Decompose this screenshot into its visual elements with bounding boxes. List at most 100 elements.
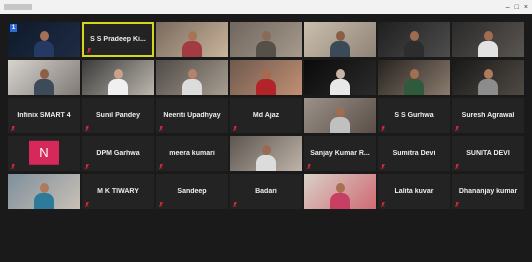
participant-tile[interactable] — [156, 22, 228, 57]
participant-tile[interactable] — [304, 174, 376, 209]
participant-name: Suresh Agrawal — [461, 111, 515, 119]
person-body — [108, 79, 128, 95]
titlebar-left — [4, 4, 32, 10]
participant-video-person — [256, 31, 276, 57]
participant-video-person — [34, 69, 54, 95]
participant-video-person — [108, 69, 128, 95]
participant-video-person — [478, 69, 498, 95]
participant-tile[interactable]: Badari — [230, 174, 302, 209]
window-tab[interactable] — [4, 4, 32, 10]
person-head — [188, 69, 197, 79]
participant-tile[interactable] — [304, 98, 376, 133]
person-body — [34, 193, 54, 209]
participant-name: Sandeep — [177, 187, 207, 195]
muted-mic-icon — [85, 202, 89, 207]
participant-tile[interactable] — [8, 174, 80, 209]
participant-tile[interactable]: Sandeep — [156, 174, 228, 209]
muted-mic-icon — [85, 164, 89, 169]
person-body — [182, 79, 202, 95]
person-head — [40, 183, 49, 193]
participant-tile[interactable] — [156, 60, 228, 95]
participant-name: Lalita kuvar — [394, 187, 434, 195]
participant-video-person — [34, 183, 54, 209]
participant-video-person — [256, 145, 276, 171]
person-body — [256, 41, 276, 57]
person-body — [330, 79, 350, 95]
participant-name: Neeriti Upadhyay — [163, 111, 221, 119]
person-body — [478, 79, 498, 95]
participant-video-person — [256, 69, 276, 95]
participant-tile[interactable] — [452, 60, 524, 95]
person-head — [40, 31, 49, 41]
participant-tile[interactable] — [230, 22, 302, 57]
close-button[interactable]: × — [524, 4, 528, 11]
muted-mic-icon — [307, 164, 311, 169]
muted-mic-icon — [381, 126, 385, 131]
participant-name: Sanjay Kumar R... — [310, 149, 370, 157]
participant-tile[interactable] — [8, 60, 80, 95]
participant-name: Infinix SMART 4 — [17, 111, 71, 119]
person-head — [114, 69, 123, 79]
participant-video-person — [330, 31, 350, 57]
person-body — [330, 41, 350, 57]
muted-mic-icon — [381, 164, 385, 169]
person-body — [34, 79, 54, 95]
person-head — [336, 31, 345, 41]
person-head — [262, 145, 271, 155]
participant-video-person — [182, 69, 202, 95]
participant-tile[interactable]: 1 — [8, 22, 80, 57]
participant-tile[interactable] — [230, 60, 302, 95]
person-body — [478, 41, 498, 57]
person-body — [404, 79, 424, 95]
participant-tile[interactable]: Dhananjay kumar — [452, 174, 524, 209]
person-head — [484, 69, 493, 79]
person-body — [256, 79, 276, 95]
person-head — [336, 69, 345, 79]
participant-tile[interactable] — [378, 22, 450, 57]
participant-tile[interactable]: Sanjay Kumar R... — [304, 136, 376, 171]
muted-mic-icon — [455, 202, 459, 207]
participant-tile[interactable] — [304, 60, 376, 95]
participant-tile[interactable]: M K TIWARY — [82, 174, 154, 209]
muted-mic-icon — [159, 126, 163, 131]
participant-video-person — [404, 69, 424, 95]
person-head — [336, 107, 345, 117]
maximize-button[interactable]: □ — [515, 4, 519, 11]
participant-tile[interactable]: Md Ajaz — [230, 98, 302, 133]
participant-tile[interactable] — [378, 60, 450, 95]
participant-badge: 1 — [10, 24, 17, 32]
participant-name: meera kumari — [169, 149, 215, 157]
participant-tile[interactable]: SUNITA DEVI — [452, 136, 524, 171]
minimize-button[interactable]: – — [506, 4, 510, 11]
participant-name: SUNITA DEVI — [466, 149, 510, 157]
participant-tile[interactable]: S S Pradeep Ki... — [82, 22, 154, 57]
person-body — [404, 41, 424, 57]
person-body — [330, 117, 350, 133]
participant-tile[interactable]: Sumitra Devi — [378, 136, 450, 171]
muted-mic-icon — [455, 126, 459, 131]
person-body — [34, 41, 54, 57]
participant-tile[interactable]: Neeriti Upadhyay — [156, 98, 228, 133]
participant-tile[interactable]: S S Gurhwa — [378, 98, 450, 133]
participant-tile[interactable]: N — [8, 136, 80, 171]
participant-tile[interactable]: DPM Garhwa — [82, 136, 154, 171]
participant-tile[interactable] — [82, 60, 154, 95]
person-head — [484, 31, 493, 41]
muted-mic-icon — [233, 202, 237, 207]
participant-tile[interactable]: Suresh Agrawal — [452, 98, 524, 133]
participant-tile[interactable]: Lalita kuvar — [378, 174, 450, 209]
person-head — [410, 31, 419, 41]
window-controls: – □ × — [506, 4, 528, 11]
participant-tile[interactable] — [230, 136, 302, 171]
person-head — [188, 31, 197, 41]
muted-mic-icon — [233, 126, 237, 131]
participant-tile[interactable] — [304, 22, 376, 57]
muted-mic-icon — [455, 164, 459, 169]
participant-tile[interactable]: Sunil Pandey — [82, 98, 154, 133]
muted-mic-icon — [87, 48, 91, 53]
muted-mic-icon — [159, 202, 163, 207]
participant-tile[interactable] — [452, 22, 524, 57]
participant-name: DPM Garhwa — [96, 149, 140, 157]
participant-tile[interactable]: meera kumari — [156, 136, 228, 171]
participant-tile[interactable]: Infinix SMART 4 — [8, 98, 80, 133]
